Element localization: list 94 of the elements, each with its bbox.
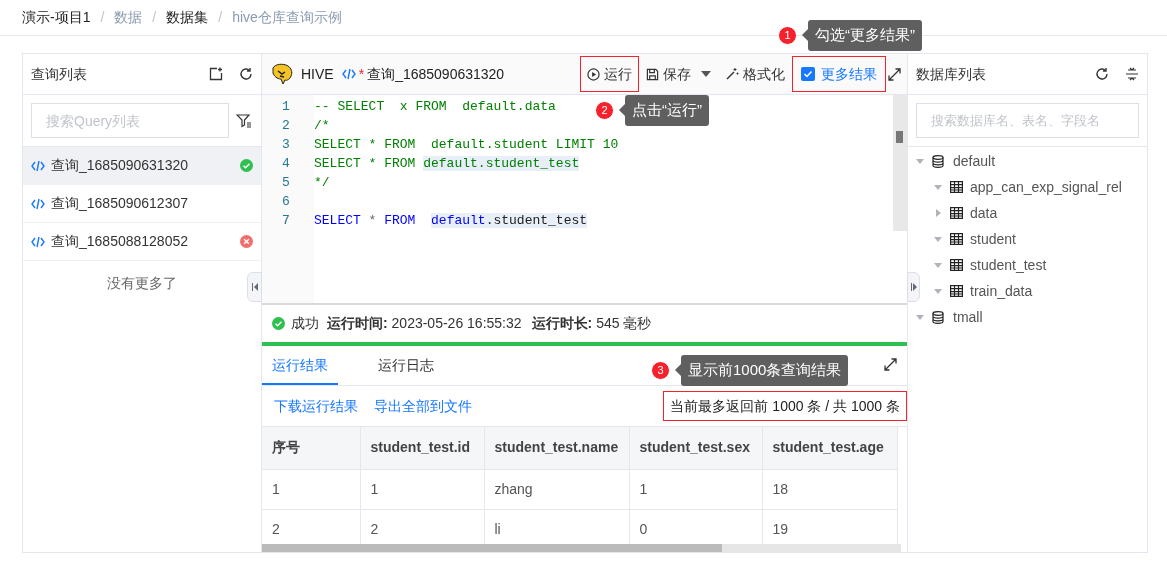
status-text: 成功: [291, 314, 319, 333]
column-header: student_test.sex: [629, 427, 762, 469]
table-cell: zhang: [484, 469, 629, 509]
success-icon: [272, 317, 285, 330]
breadcrumb-separator: /: [218, 8, 223, 27]
code-icon: [31, 235, 45, 248]
save-button[interactable]: 保存: [639, 56, 718, 92]
breadcrumb-link[interactable]: 数据集: [166, 7, 209, 28]
table-icon: [950, 259, 963, 271]
success-icon: [240, 159, 253, 172]
code-icon: [31, 159, 45, 172]
column-header: student_test.age: [762, 427, 897, 469]
collapse-left-icon: [251, 283, 258, 291]
database-icon: [932, 154, 944, 168]
table-cell: 1: [262, 469, 360, 509]
tree-item[interactable]: default: [916, 148, 996, 174]
save-icon: [646, 67, 659, 81]
scrollbar[interactable]: [893, 95, 907, 231]
callout-tooltip: 显示前1000条查询结果: [675, 355, 849, 386]
column-header: 序号: [262, 427, 360, 469]
line-number: 4: [281, 155, 291, 173]
code-icon: [31, 197, 45, 210]
format-button[interactable]: 格式化: [718, 56, 792, 92]
table-cell: 18: [762, 469, 897, 509]
caret-icon: [701, 71, 711, 77]
code-icon: [341, 68, 356, 80]
tree-item[interactable]: student_test: [934, 252, 1047, 278]
tree-item[interactable]: student: [934, 226, 1016, 252]
callout-tooltip: 勾选“更多结果”: [802, 20, 922, 51]
result-tab[interactable]: 运行结果: [262, 347, 338, 385]
table-cell: 1: [629, 469, 762, 509]
magic-wand-icon: [725, 67, 739, 81]
play-icon: [587, 67, 600, 81]
result-action-link[interactable]: 导出全部到文件: [374, 395, 472, 417]
code-line: */: [314, 174, 330, 192]
no-more-text: 没有更多了: [107, 274, 177, 293]
code-line: SELECT * FROM default.student_test: [314, 155, 580, 173]
run-button[interactable]: 运行: [580, 56, 639, 92]
table-icon: [950, 285, 963, 297]
search-field[interactable]: 搜索Query列表: [31, 103, 229, 138]
tree-item[interactable]: tmall: [916, 304, 983, 330]
code-line: SELECT * FROM default.student LIMIT 10: [314, 136, 619, 154]
refresh-icon[interactable]: [1095, 67, 1109, 81]
search-field[interactable]: 搜索数据库名、表名、字段名: [916, 103, 1139, 138]
table-cell: 1: [360, 469, 484, 509]
tree-item[interactable]: app_can_exp_signal_rel: [934, 174, 1122, 200]
collapse-all-icon[interactable]: [1125, 67, 1139, 81]
table-icon: [950, 233, 963, 245]
result-action-link[interactable]: 下载运行结果: [274, 395, 358, 417]
expand-icon[interactable]: [884, 358, 897, 371]
checkbox-icon: [801, 67, 815, 81]
step-number: 3: [651, 360, 670, 380]
step-number: 2: [595, 100, 614, 120]
status-field: 运行时长: 545 毫秒: [531, 313, 652, 334]
breadcrumb-link[interactable]: 演示-项目1: [22, 7, 91, 28]
result-count-text: 当前最多返回前 1000 条 / 共 1000 条: [663, 391, 907, 421]
collapse-handle[interactable]: [907, 272, 920, 302]
column-header: student_test.id: [360, 427, 484, 469]
line-number: 3: [281, 136, 291, 154]
column-header: student_test.name: [484, 427, 629, 469]
expand-icon[interactable]: [888, 67, 901, 81]
table-icon: [950, 181, 963, 193]
more-results-checkbox[interactable]: 更多结果: [792, 56, 886, 92]
modified-mark: *: [358, 64, 365, 84]
error-icon: [240, 235, 253, 248]
line-number: 1: [281, 98, 291, 116]
tree-item[interactable]: data: [934, 200, 998, 226]
line-number: 5: [281, 174, 291, 192]
code-line: SELECT * FROM default.student_test: [314, 212, 588, 230]
filter-icon[interactable]: [236, 112, 252, 129]
line-number: 2: [281, 117, 291, 135]
callout-tooltip: 点击“运行”: [619, 95, 709, 126]
code-line: -- SELECT x FROM default.data: [314, 98, 556, 116]
new-file-icon[interactable]: [209, 67, 223, 81]
panel-title: 查询列表: [31, 64, 88, 84]
query-list-item[interactable]: 查询_1685090631320: [23, 147, 261, 185]
tree-item[interactable]: train_data: [934, 278, 1033, 304]
result-tab[interactable]: 运行日志: [368, 347, 444, 385]
code-line: /*: [314, 117, 330, 135]
status-field: 运行时间: 2023-05-26 16:55:32: [327, 313, 522, 334]
engine-label: HIVE: [301, 64, 334, 84]
breadcrumb-separator: /: [100, 8, 105, 27]
collapse-handle[interactable]: [247, 272, 262, 302]
panel-title: 数据库列表: [916, 64, 987, 84]
collapse-right-icon: [910, 283, 917, 291]
query-title: 查询_1685090631320: [367, 64, 506, 84]
breadcrumb-separator: /: [152, 8, 157, 27]
refresh-icon[interactable]: [239, 67, 253, 81]
database-icon: [932, 310, 944, 324]
table-icon: [950, 207, 963, 219]
line-number: 7: [281, 212, 291, 230]
horizontal-scrollbar[interactable]: [262, 544, 901, 552]
line-number: 6: [281, 193, 291, 211]
step-number: 1: [778, 25, 797, 45]
